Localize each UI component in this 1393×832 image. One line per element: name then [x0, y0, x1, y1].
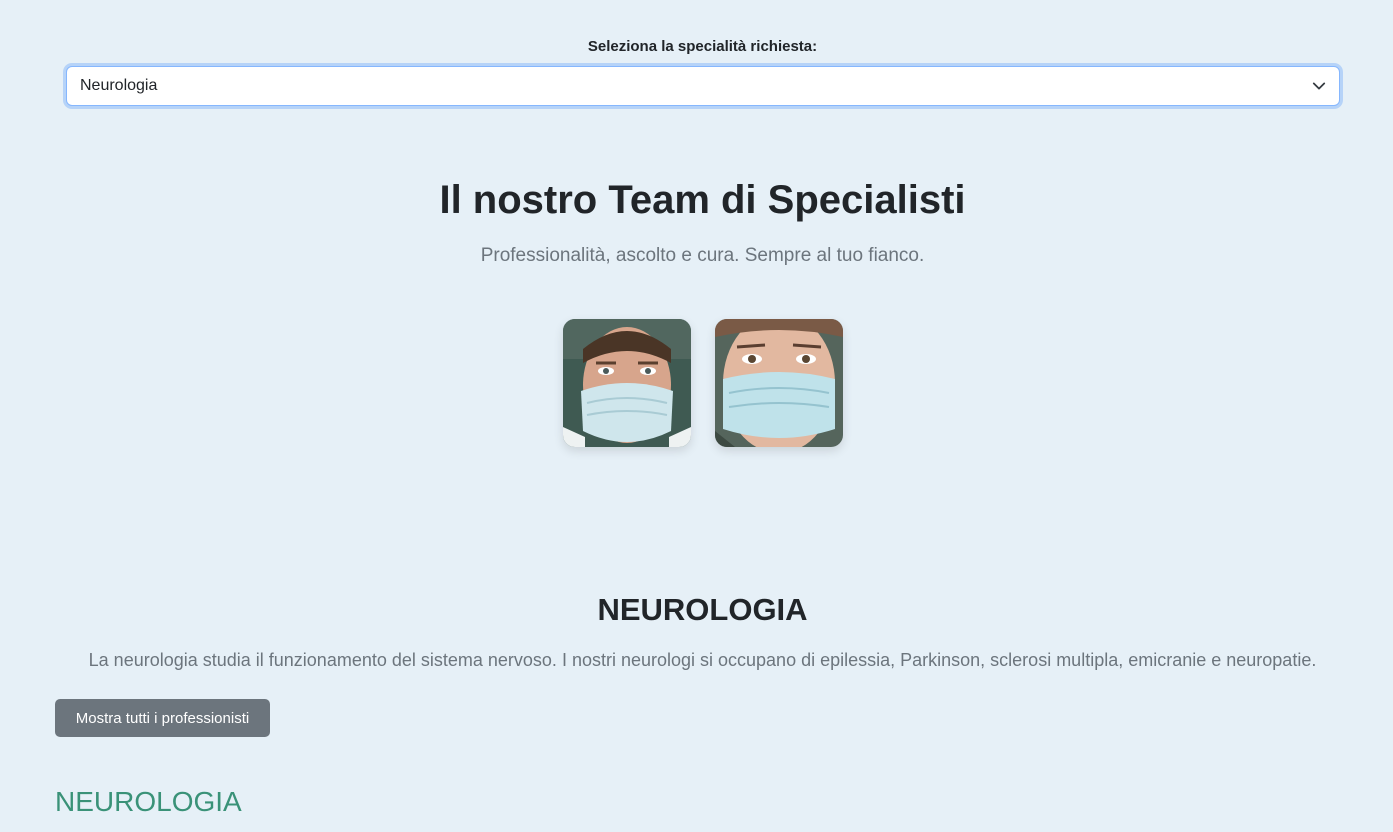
specialty-select[interactable]: Neurologia [66, 66, 1340, 106]
team-photos [563, 319, 843, 447]
show-all-professionals-button[interactable]: Mostra tutti i professionisti [55, 699, 270, 737]
male-doctor-image [563, 319, 691, 447]
specialty-select-label: Seleziona la specialità richiesta: [587, 38, 818, 55]
doctor-photo-male[interactable] [563, 319, 691, 447]
page: Seleziona la specialità richiesta: Neuro… [0, 0, 1393, 832]
page-title: Il nostro Team di Specialisti [439, 178, 966, 222]
chevron-down-icon [1312, 82, 1326, 90]
specialty-select-value: Neurologia [80, 77, 158, 94]
specialty-title: NEUROLOGIA [597, 592, 808, 627]
page-subtitle: Professionalità, ascolto e cura. Sempre … [480, 245, 925, 266]
specialty-description: La neurologia studia il funzionamento de… [88, 650, 1317, 670]
doctor-photo-female[interactable] [715, 319, 843, 447]
category-heading: NEUROLOGIA [55, 786, 242, 817]
female-doctor-image [715, 319, 843, 447]
